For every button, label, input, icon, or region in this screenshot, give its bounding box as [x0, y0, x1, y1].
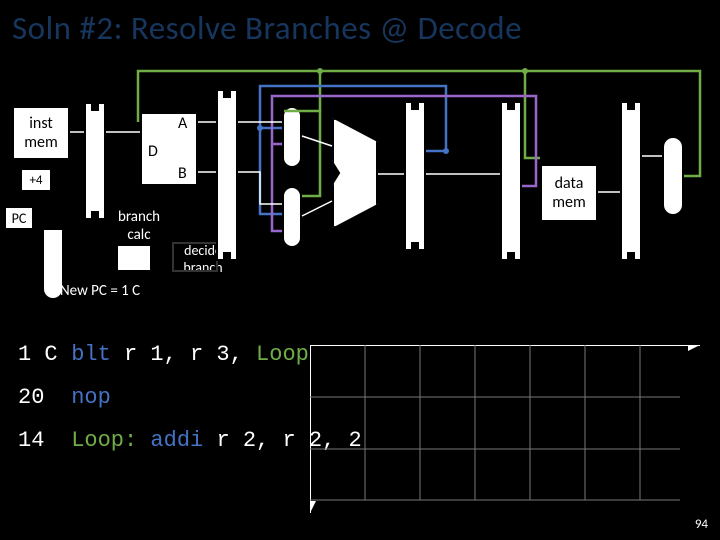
inst-target: Loop	[256, 342, 309, 367]
pipeline-diagram: inst mem +4 PC D A B branch calc decide …	[0, 56, 720, 336]
inst-addr: 20	[18, 383, 58, 414]
pipeline-grid	[310, 345, 700, 515]
inst-mnemonic: blt	[71, 342, 124, 367]
inst-mnemonic: nop	[71, 385, 111, 410]
inst-addr: 14	[18, 426, 58, 457]
page-number: 94	[695, 517, 708, 532]
wires-svg	[0, 56, 720, 336]
inst-mnemonic: addi	[150, 428, 216, 453]
inst-addr: 1 C	[18, 340, 58, 371]
inst-label-prefix: Loop:	[71, 428, 150, 453]
slide-title: Soln #2: Resolve Branches @ Decode	[0, 0, 720, 56]
